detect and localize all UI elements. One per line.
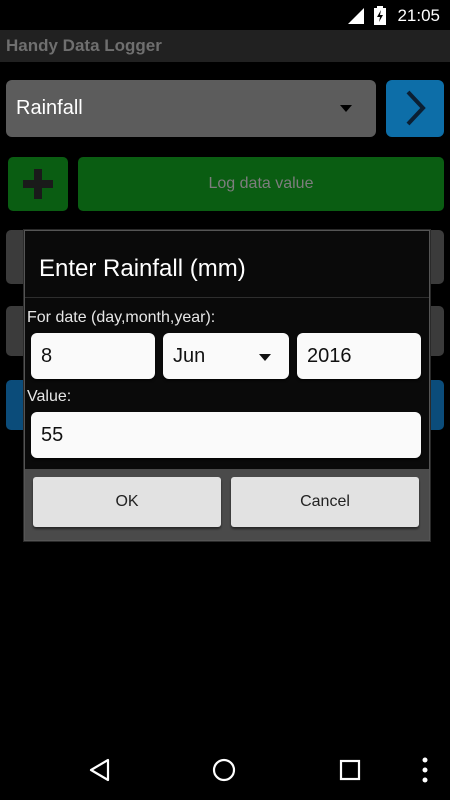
navigation-bar	[0, 740, 450, 800]
plus-icon	[23, 169, 53, 199]
recents-icon[interactable]	[339, 759, 361, 781]
log-data-label: Log data value	[208, 175, 314, 192]
dialog-button-bar: OK Cancel	[25, 469, 429, 540]
date-label: For date (day,month,year):	[27, 309, 216, 326]
value-field[interactable]: 55	[31, 412, 421, 458]
dropdown-caret-icon	[259, 354, 271, 361]
entry-dialog: Enter Rainfall (mm) For date (day,month,…	[24, 230, 430, 541]
chevron-right-icon	[406, 90, 426, 126]
back-icon[interactable]	[88, 758, 112, 782]
dropdown-caret-icon	[340, 105, 352, 112]
year-field[interactable]: 2016	[297, 333, 421, 379]
value-label: Value:	[27, 388, 72, 405]
day-field[interactable]: 8	[31, 333, 155, 379]
log-data-button[interactable]: Log data value	[78, 157, 444, 211]
value-input-text: 55	[41, 424, 64, 446]
signal-icon	[348, 8, 364, 24]
dataset-label: Rainfall	[16, 97, 83, 119]
dataset-select[interactable]: Rainfall	[6, 80, 376, 137]
year-value: 2016	[307, 345, 352, 367]
ok-button[interactable]: OK	[33, 477, 221, 527]
month-value: Jun	[173, 345, 206, 367]
day-value: 8	[41, 345, 53, 367]
status-time: 21:05	[397, 6, 440, 25]
battery-icon	[374, 6, 386, 25]
month-select[interactable]: Jun	[163, 333, 289, 379]
app-title: Handy Data Logger	[6, 36, 162, 55]
app-bar: Handy Data Logger	[0, 30, 450, 62]
add-button[interactable]	[8, 157, 68, 211]
next-button[interactable]	[386, 80, 444, 137]
cancel-button[interactable]: Cancel	[231, 477, 419, 527]
dialog-title: Enter Rainfall (mm)	[39, 255, 246, 282]
overflow-menu-icon[interactable]	[420, 756, 430, 784]
status-bar: 21:05	[0, 0, 450, 30]
home-icon[interactable]	[212, 758, 236, 782]
dialog-divider	[25, 297, 429, 298]
